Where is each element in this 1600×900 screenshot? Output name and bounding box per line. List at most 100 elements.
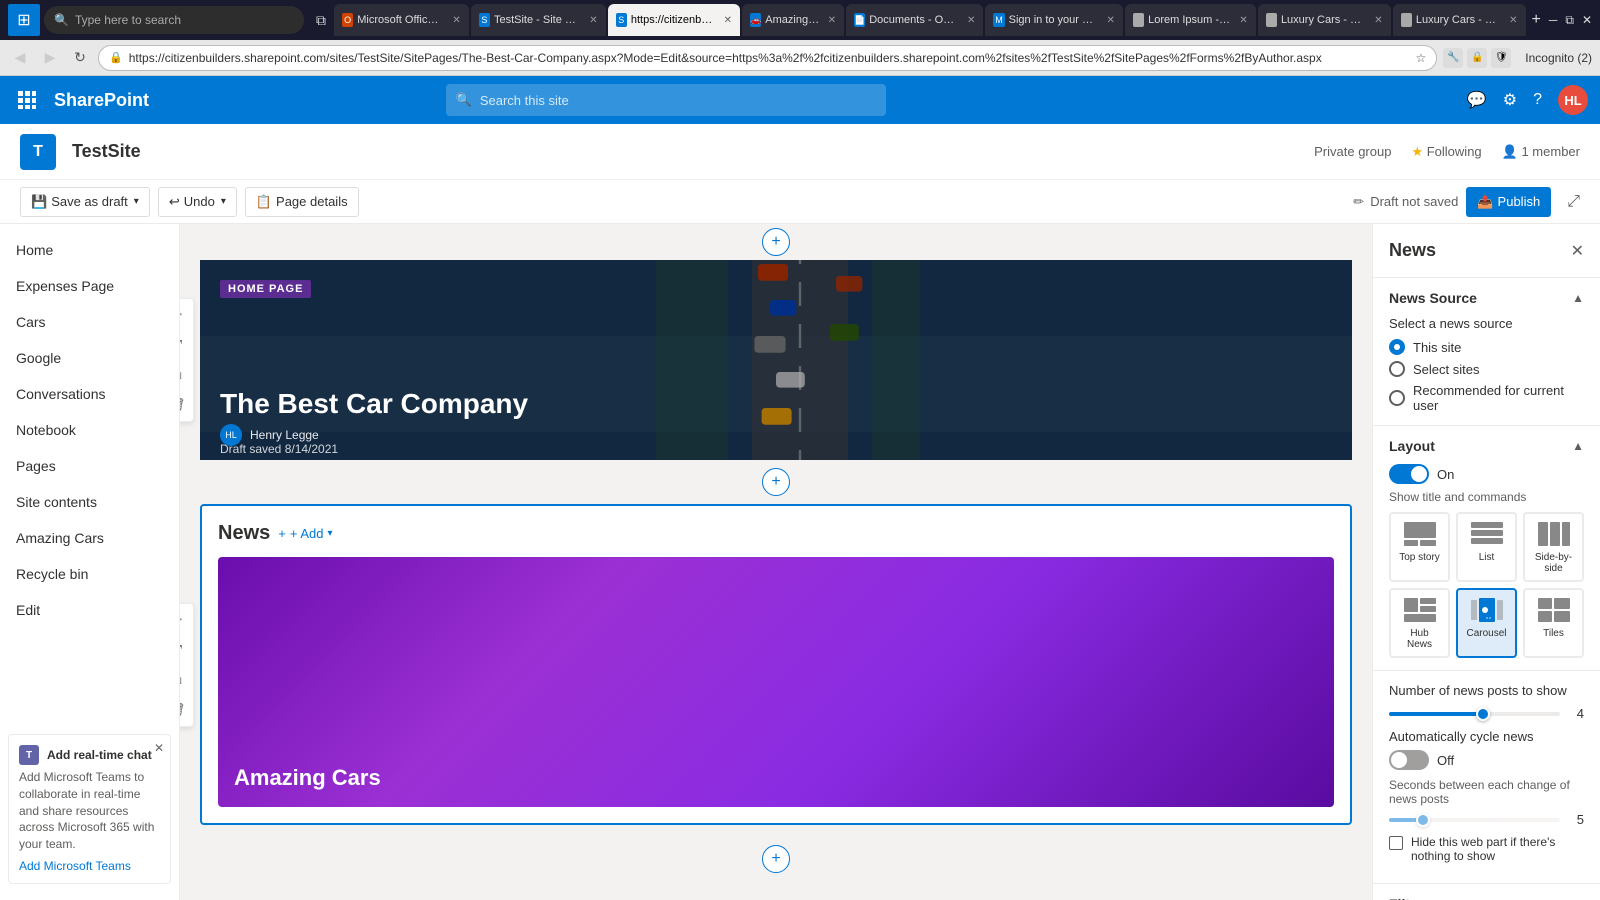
browser-tab-2[interactable]: S https://citizenbuilders. ✕ (608, 4, 740, 36)
info-icon: 📋 (256, 194, 272, 210)
seconds-thumb[interactable] (1416, 813, 1430, 827)
nav-google[interactable]: Google (0, 340, 179, 376)
taskbar-taskview[interactable]: ⧉ (312, 8, 330, 33)
browser-tab-6[interactable]: Lorem Ipsum - All the ✕ (1125, 4, 1256, 36)
taskbar-minimize-icon[interactable]: ─ (1549, 13, 1558, 27)
news-count-thumb[interactable] (1476, 707, 1490, 721)
nav-recycle-bin[interactable]: Recycle bin (0, 556, 179, 592)
ext-icon-1[interactable]: 🔧 (1443, 48, 1463, 68)
members-label[interactable]: 👤 1 member (1502, 144, 1580, 160)
tab-close-icon[interactable]: ✕ (967, 15, 975, 26)
taskbar-restore-icon[interactable]: ⧉ (1565, 13, 1574, 28)
radio-recommended[interactable]: Recommended for current user (1389, 383, 1584, 413)
radio-this-site[interactable]: This site (1389, 339, 1584, 355)
layout-side-by-side[interactable]: Side-by-side (1523, 512, 1584, 582)
duplicate-news-button[interactable]: ⧉ (180, 666, 191, 694)
layout-tiles[interactable]: Tiles (1523, 588, 1584, 658)
panel-close-button[interactable]: ✕ (1571, 241, 1584, 261)
auto-cycle-toggle[interactable] (1389, 750, 1429, 770)
add-section-button-middle[interactable]: + (762, 468, 790, 496)
layout-list[interactable]: List (1456, 512, 1517, 582)
delete-webpart-button[interactable]: 🗑 (180, 391, 191, 419)
browser-tab-0[interactable]: O Microsoft Office Home ✕ (334, 4, 469, 36)
windows-start-button[interactable]: ⊞ (8, 4, 40, 36)
refresh-button[interactable]: ↻ (68, 46, 92, 70)
app-launcher-button[interactable] (12, 85, 42, 115)
undo-chevron[interactable]: ▾ (221, 196, 226, 207)
duplicate-webpart-button[interactable]: ⧉ (180, 361, 191, 389)
news-count-slider[interactable] (1389, 712, 1560, 716)
save-draft-button[interactable]: 💾 Save as draft ▾ (20, 187, 150, 217)
layout-top-story[interactable]: Top story (1389, 512, 1450, 582)
nav-amazing-cars[interactable]: Amazing Cars (0, 520, 179, 556)
tab-close-icon[interactable]: ✕ (1106, 15, 1114, 26)
layout-collapse-button[interactable]: ▲ (1572, 439, 1584, 453)
chat-promo-close-button[interactable]: ✕ (154, 741, 164, 755)
help-icon[interactable]: ? (1533, 91, 1542, 109)
address-bar[interactable]: 🔒 https://citizenbuilders.sharepoint.com… (98, 45, 1437, 71)
taskbar-close-icon[interactable]: ✕ (1582, 13, 1592, 27)
undo-label: Undo (184, 194, 215, 209)
search-icon: 🔍 (456, 92, 472, 108)
back-button[interactable]: ◀ (8, 46, 32, 70)
add-section-button-bottom[interactable]: + (762, 845, 790, 873)
nav-site-contents[interactable]: Site contents (0, 484, 179, 520)
tab-close-icon[interactable]: ✕ (1374, 15, 1382, 26)
nav-home[interactable]: Home (0, 232, 179, 268)
tab-close-icon[interactable]: ✕ (724, 15, 732, 26)
edit-webpart-button[interactable]: ✏ (180, 301, 191, 329)
browser-tab-1[interactable]: S TestSite - Site Pages - ✕ (471, 4, 606, 36)
tab-close-icon[interactable]: ✕ (1509, 15, 1517, 26)
browser-tab-7[interactable]: Luxury Cars - Sedans ✕ (1258, 4, 1391, 36)
radio-select-sites-label: Select sites (1413, 362, 1479, 377)
ext-icon-3[interactable]: 🛡 (1491, 48, 1511, 68)
news-source-collapse-button[interactable]: ▲ (1572, 291, 1584, 305)
browser-tabs: O Microsoft Office Home ✕ S TestSite - S… (334, 4, 1545, 36)
show-title-toggle[interactable] (1389, 464, 1429, 484)
nav-cars[interactable]: Cars (0, 304, 179, 340)
new-tab-button[interactable]: + (1528, 7, 1545, 33)
tab-close-icon[interactable]: ✕ (589, 15, 597, 26)
sharepoint-logo[interactable]: SharePoint (54, 90, 149, 111)
move-webpart-button[interactable]: ⤢ (180, 331, 191, 359)
bookmark-icon[interactable]: ☆ (1416, 51, 1427, 65)
move-news-button[interactable]: ⤢ (180, 636, 191, 664)
chat-promo-link[interactable]: Add Microsoft Teams (19, 859, 160, 873)
edit-news-button[interactable]: ✏ (180, 606, 191, 634)
publish-button[interactable]: 📤 Publish (1466, 187, 1551, 217)
tab-close-icon[interactable]: ✕ (1239, 15, 1247, 26)
nav-conversations[interactable]: Conversations (0, 376, 179, 412)
radio-select-sites[interactable]: Select sites (1389, 361, 1584, 377)
hide-webpart-checkbox[interactable] (1389, 836, 1403, 850)
chat-icon[interactable]: 💬 (1467, 90, 1487, 110)
taskbar-search[interactable]: 🔍 Type here to search (44, 6, 304, 34)
news-count-value: 4 (1568, 706, 1584, 721)
tab-close-icon[interactable]: ✕ (828, 15, 836, 26)
sharepoint-search[interactable]: 🔍 Search this site (446, 84, 886, 116)
undo-button[interactable]: ↩ Undo ▾ (158, 187, 237, 217)
browser-tab-4[interactable]: 📄 Documents - OneDrive ✕ (846, 4, 983, 36)
nav-pages[interactable]: Pages (0, 448, 179, 484)
delete-news-button[interactable]: 🗑 (180, 696, 191, 724)
seconds-slider[interactable] (1389, 818, 1560, 822)
forward-button[interactable]: ▶ (38, 46, 62, 70)
page-details-button[interactable]: 📋 Page details (245, 187, 359, 217)
ext-icon-2[interactable]: 🔒 (1467, 48, 1487, 68)
add-section-button-top[interactable]: + (762, 228, 790, 256)
tab-close-icon[interactable]: ✕ (452, 15, 460, 26)
settings-icon[interactable]: ⚙ (1503, 90, 1517, 110)
browser-tab-3[interactable]: 🚗 Amazing Cars ✕ (742, 4, 844, 36)
news-count-label: Number of news posts to show (1389, 683, 1584, 698)
layout-hub-news[interactable]: Hub News (1389, 588, 1450, 658)
save-draft-chevron[interactable]: ▾ (134, 196, 139, 207)
user-avatar[interactable]: HL (1558, 85, 1588, 115)
news-add-button[interactable]: + + Add ▾ (278, 526, 332, 541)
expand-button[interactable]: ⤢ (1567, 193, 1580, 211)
nav-notebook[interactable]: Notebook (0, 412, 179, 448)
browser-tab-8[interactable]: Luxury Cars - Sedans ✕ (1393, 4, 1526, 36)
layout-carousel[interactable]: Carousel (1456, 588, 1517, 658)
browser-tab-5[interactable]: M Sign in to your accou... ✕ (985, 4, 1122, 36)
nav-expenses[interactable]: Expenses Page (0, 268, 179, 304)
following-button[interactable]: ★ Following (1411, 144, 1481, 160)
nav-edit[interactable]: Edit (0, 592, 179, 628)
